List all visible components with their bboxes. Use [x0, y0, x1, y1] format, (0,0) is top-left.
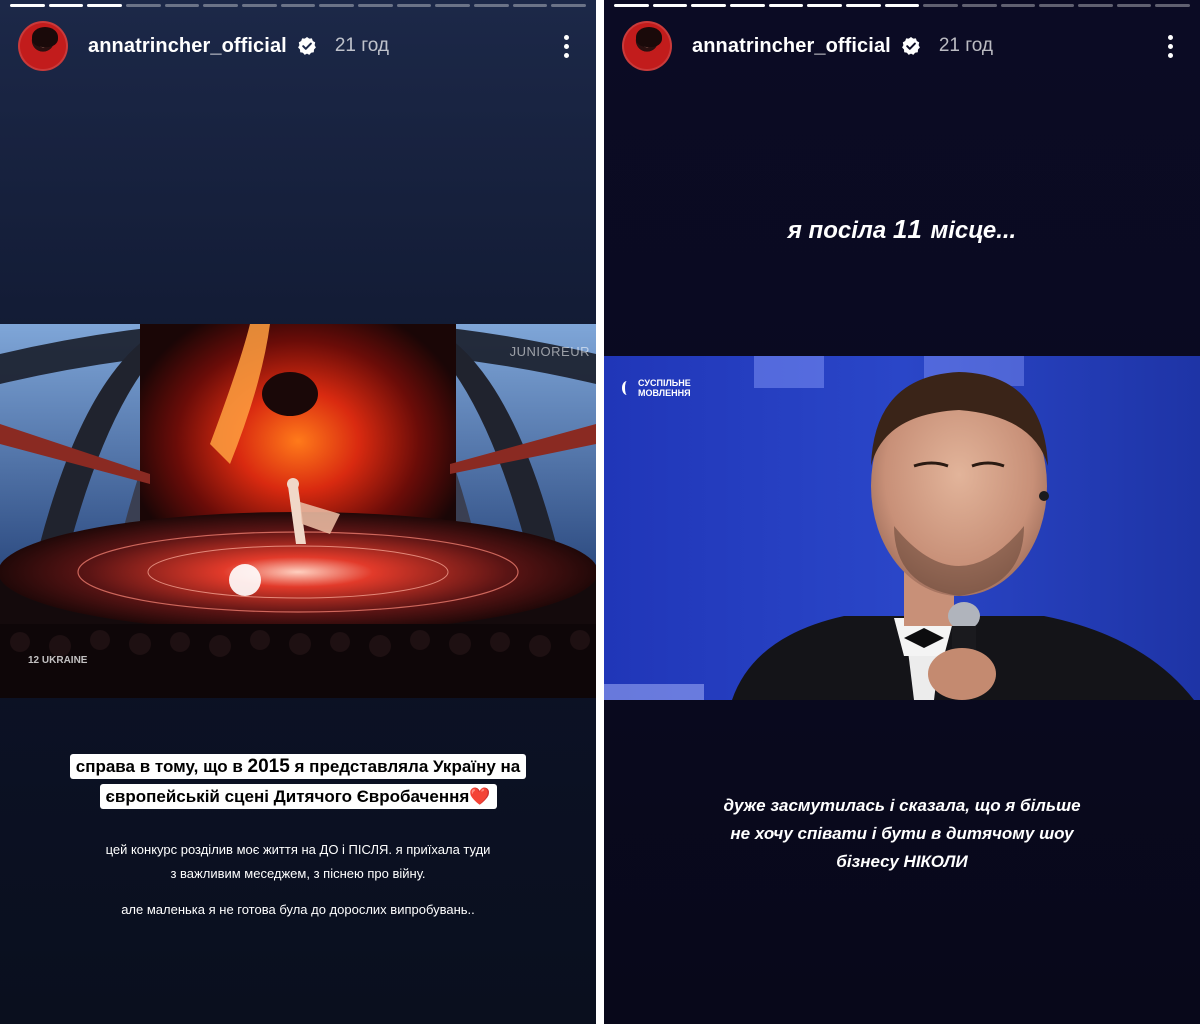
body-line-2: не хочу співати і бути в дитячому шоу [730, 824, 1074, 843]
progress-segment [319, 4, 355, 7]
progress-segment [1000, 4, 1036, 7]
profile-avatar[interactable] [18, 21, 68, 71]
progress-segment [730, 4, 765, 7]
progress-segment [512, 4, 548, 7]
highlight-line2: європейській сцені Дитячого Євробачення [105, 787, 470, 806]
video-watermark: JUNIOREUR [509, 344, 590, 359]
video-corner-label: 12 UKRAINE [28, 655, 88, 666]
progress-segment [884, 4, 920, 7]
post-time: 21 год [334, 35, 389, 56]
heart-emoji: ❤️ [469, 787, 491, 806]
progress-segment [551, 4, 587, 7]
channel-logo-text: СУСПІЛЬНЕ МОВЛЕННЯ [638, 378, 691, 398]
story-header: annatrincher_official 21 год [622, 20, 1182, 72]
headline-post: місце... [923, 217, 1017, 244]
paragraph-1-line-1: цей конкурс розділив моє життя на ДО і П… [105, 842, 491, 857]
progress-segment [1039, 4, 1075, 7]
story-headline: я посіла 11 місце... [604, 214, 1200, 245]
more-options-icon[interactable] [1158, 31, 1182, 61]
story-left[interactable]: annatrincher_official 21 год JUNIOREUR 1… [0, 0, 596, 1024]
progress-segment [652, 4, 688, 7]
progress-segment [1116, 4, 1152, 7]
progress-segment [614, 4, 649, 7]
progress-segment [87, 4, 123, 7]
progress-segment [435, 4, 471, 7]
story-right[interactable]: annatrincher_official 21 год я посіла 11… [604, 0, 1200, 1024]
highlight-line1-pre: справа в тому, що в [75, 757, 248, 776]
progress-segment [962, 4, 997, 7]
username[interactable]: annatrincher_official [692, 35, 891, 58]
channel-logo-icon [622, 381, 632, 395]
headline-number: 11 [892, 214, 924, 244]
verified-icon [901, 37, 920, 55]
progress-segment [807, 4, 843, 7]
highlight-text: справа в тому, що в 2015 я представляла … [69, 754, 527, 809]
channel-logo: СУСПІЛЬНЕ МОВЛЕННЯ [622, 378, 700, 398]
username[interactable]: annatrincher_official [88, 35, 287, 58]
story-progress-bar [10, 4, 587, 7]
stage-image [0, 324, 596, 698]
progress-segment [48, 4, 84, 7]
headline-pre: я посіла [787, 217, 893, 244]
highlight-year: 2015 [247, 756, 290, 777]
post-time: 21 год [938, 35, 993, 56]
story-progress-bar [614, 4, 1191, 7]
story-body: дуже засмутилась і сказала, що я більше … [604, 792, 1200, 876]
progress-segment [164, 4, 200, 7]
body-line-1: дуже засмутилась і сказала, що я більше [723, 796, 1081, 815]
progress-segment [10, 4, 45, 7]
story-paragraph-2: але маленька я не готова була до доросли… [121, 902, 475, 917]
host-image [604, 356, 1200, 700]
progress-segment [474, 4, 509, 7]
video-frame-eurovision-stage[interactable]: JUNIOREUR 12 UKRAINE [0, 324, 596, 698]
progress-segment [358, 4, 393, 7]
progress-segment [1078, 4, 1113, 7]
progress-segment [203, 4, 239, 7]
progress-segment [768, 4, 804, 7]
profile-avatar[interactable] [622, 21, 672, 71]
body-line-3: бізнесу НІКОЛИ [836, 852, 968, 871]
progress-segment [923, 4, 959, 7]
progress-segment [280, 4, 316, 7]
verified-icon [297, 37, 316, 55]
story-paragraph-1: цей конкурс розділив моє життя на ДО і П… [0, 838, 596, 886]
highlight-caption: справа в тому, що в 2015 я представляла … [0, 752, 596, 812]
paragraph-1-line-2: з важливим меседжем, з піснею про війну. [170, 866, 426, 881]
progress-segment [1155, 4, 1191, 7]
progress-segment [242, 4, 277, 7]
story-header: annatrincher_official 21 год [18, 20, 578, 72]
more-options-icon[interactable] [554, 31, 578, 61]
progress-segment [846, 4, 881, 7]
progress-segment [691, 4, 727, 7]
highlight-line1-post: я представляла Україну на [289, 757, 521, 776]
progress-segment [396, 4, 432, 7]
video-frame-host-speaking[interactable]: СУСПІЛЬНЕ МОВЛЕННЯ [604, 356, 1200, 700]
screen: annatrincher_official 21 год JUNIOREUR 1… [0, 0, 1200, 1024]
progress-segment [126, 4, 161, 7]
